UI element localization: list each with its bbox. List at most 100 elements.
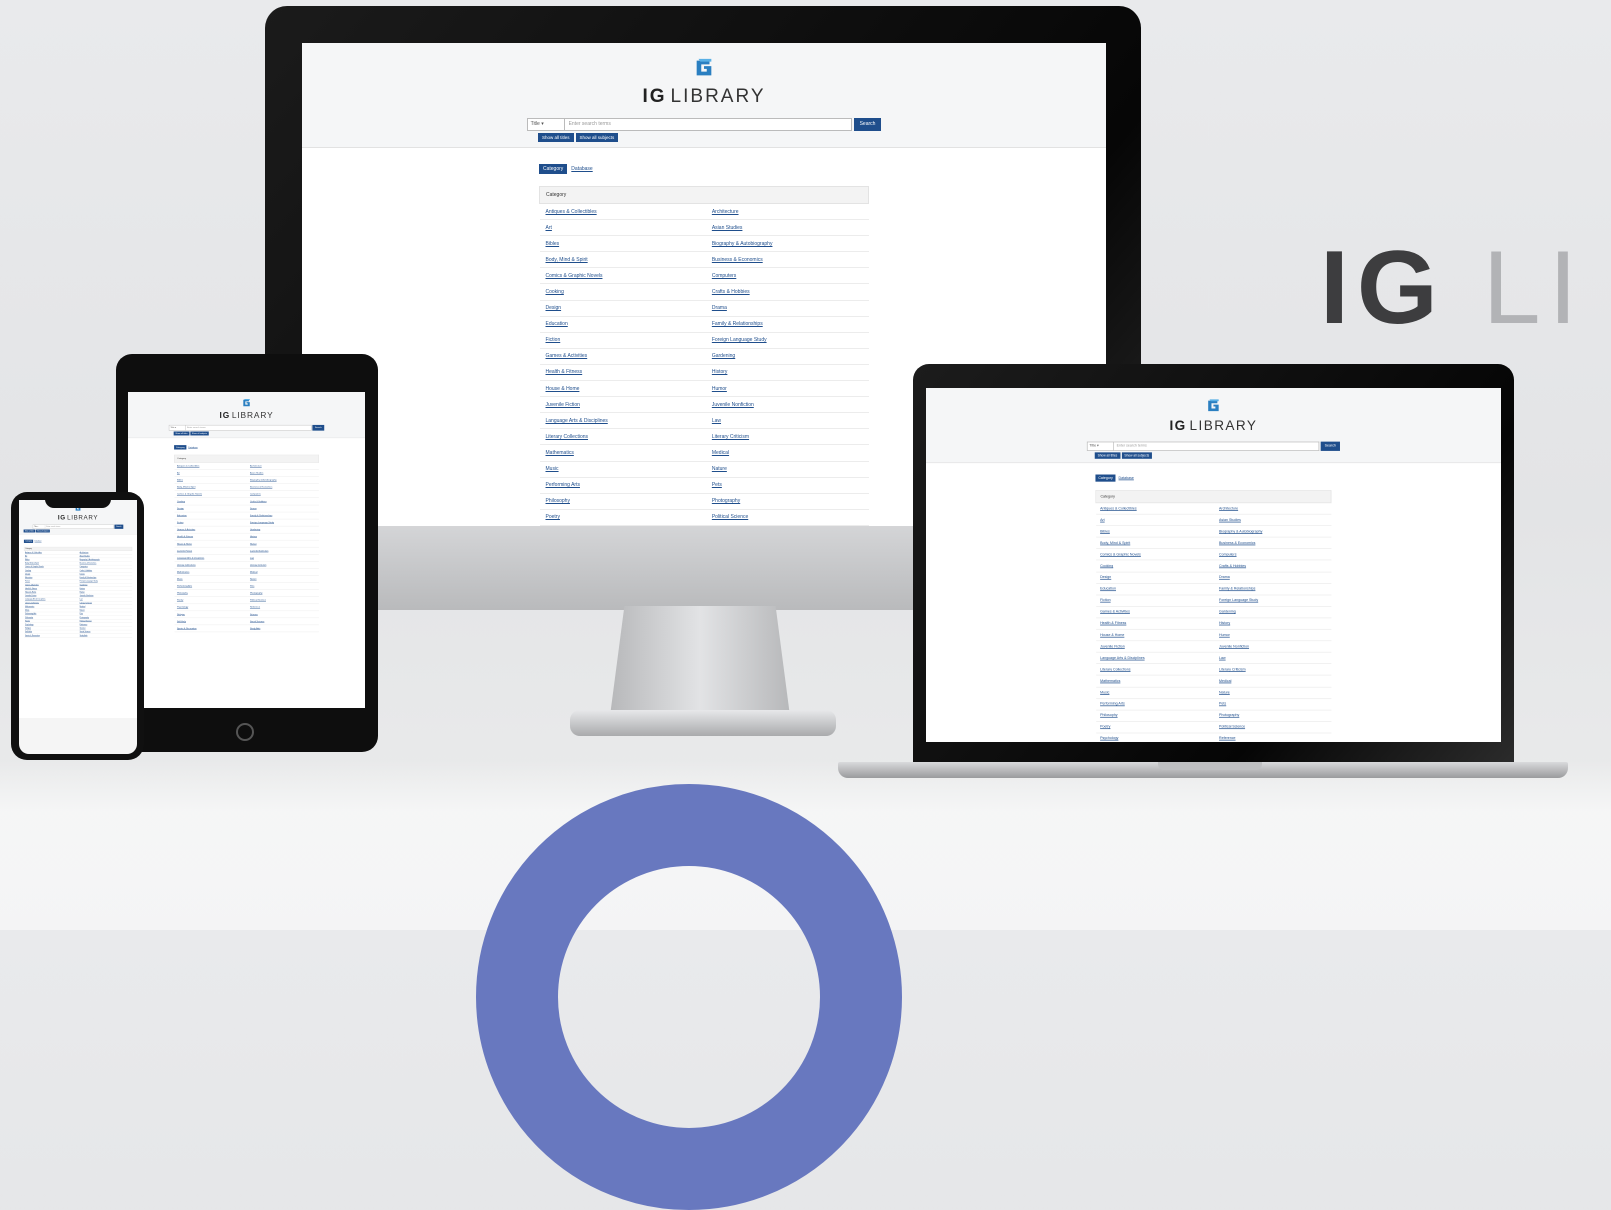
category-link[interactable]: House & Home: [174, 540, 248, 548]
category-link[interactable]: Nature: [705, 461, 869, 478]
category-link[interactable]: Computers: [705, 267, 869, 285]
category-link[interactable]: Design: [1095, 571, 1215, 584]
category-link[interactable]: Reference: [705, 525, 869, 526]
category-link[interactable]: Bibles: [539, 235, 706, 253]
category-link[interactable]: Art: [1095, 514, 1215, 527]
category-link[interactable]: Music: [174, 575, 248, 583]
category-link[interactable]: Asian Studies: [247, 469, 319, 477]
category-link[interactable]: Language Arts & Disciplines: [174, 554, 248, 562]
category-link[interactable]: Humor: [1214, 629, 1332, 642]
search-input[interactable]: Enter search terms: [185, 424, 312, 431]
category-link[interactable]: Health & Fitness: [539, 364, 706, 382]
category-link[interactable]: Architecture: [247, 462, 319, 470]
category-link[interactable]: Law: [247, 554, 319, 562]
category-link[interactable]: Psychology: [1095, 732, 1215, 742]
category-link[interactable]: Games & Activities: [174, 526, 248, 534]
show-all-subjects-button[interactable]: Show all subjects: [1121, 452, 1153, 459]
category-link[interactable]: Design: [174, 504, 248, 513]
search-input[interactable]: Enter search terms: [1113, 441, 1319, 451]
category-link[interactable]: Literary Criticism: [1214, 663, 1332, 676]
tab-database[interactable]: Database: [571, 166, 592, 172]
category-link[interactable]: Gardening: [247, 526, 319, 534]
category-link[interactable]: Political Science: [705, 509, 869, 526]
category-link[interactable]: Language Arts & Disciplines: [539, 412, 706, 430]
category-link[interactable]: Philosophy: [539, 493, 706, 510]
category-link[interactable]: Games & Activities: [1095, 606, 1215, 619]
category-link[interactable]: Cooking: [539, 283, 706, 301]
category-link[interactable]: Foreign Language Study: [247, 518, 319, 527]
site-logo[interactable]: IGLIBRARY: [926, 388, 1501, 434]
category-link[interactable]: Family & Relationships: [1214, 583, 1332, 596]
category-link[interactable]: Performing Arts: [1095, 698, 1215, 711]
category-link[interactable]: Science: [247, 610, 319, 619]
category-link[interactable]: Antiques & Collectibles: [174, 462, 248, 470]
category-link[interactable]: Education: [539, 316, 706, 333]
category-link[interactable]: Art: [174, 469, 248, 477]
tab-category[interactable]: Category: [539, 164, 568, 174]
category-link[interactable]: Humor: [247, 540, 319, 548]
category-link[interactable]: Mathematics: [174, 568, 248, 576]
category-link[interactable]: Medical: [705, 444, 869, 462]
category-link[interactable]: Business & Economics: [1214, 537, 1332, 550]
category-link[interactable]: Business & Economics: [705, 251, 869, 269]
category-link[interactable]: Antiques & Collectibles: [539, 203, 706, 221]
search-field-select[interactable]: Title ▾: [1086, 441, 1114, 451]
category-link[interactable]: Juvenile Fiction: [174, 547, 248, 555]
category-link[interactable]: Foreign Language Study: [1214, 594, 1332, 607]
category-link[interactable]: Family & Relationships: [705, 316, 869, 333]
search-field-select[interactable]: Title ▾: [168, 424, 186, 431]
site-logo[interactable]: IGLIBRARY: [128, 392, 365, 421]
category-link[interactable]: Drama: [1214, 571, 1332, 584]
category-link[interactable]: Language Arts & Disciplines: [1095, 652, 1215, 665]
category-link[interactable]: Social Science: [247, 617, 319, 626]
category-link[interactable]: Political Science: [1214, 721, 1332, 734]
category-link[interactable]: Crafts & Hobbies: [705, 283, 869, 301]
category-link[interactable]: Business & Economics: [247, 483, 319, 491]
category-link[interactable]: Architecture: [1214, 502, 1332, 515]
search-field-select[interactable]: Title ▾: [526, 118, 565, 131]
show-all-subjects-button[interactable]: Show all subjects: [35, 529, 50, 533]
category-link[interactable]: Education: [1095, 583, 1215, 596]
category-link[interactable]: Antiques & Collectibles: [1095, 502, 1215, 515]
category-link[interactable]: Reference: [247, 603, 319, 612]
search-button[interactable]: Search: [1320, 441, 1341, 451]
category-link[interactable]: Reference: [1214, 732, 1332, 742]
category-link[interactable]: Body, Mind & Spirit: [539, 251, 706, 269]
category-link[interactable]: Fiction: [174, 518, 248, 527]
tab-database[interactable]: Database: [188, 446, 197, 449]
category-link[interactable]: Study Aids: [78, 633, 132, 638]
category-link[interactable]: Cooking: [1095, 560, 1215, 573]
category-link[interactable]: History: [1214, 617, 1332, 630]
category-link[interactable]: History: [247, 533, 319, 541]
site-logo[interactable]: IGLIBRARY: [302, 43, 1106, 108]
category-link[interactable]: Self-Help: [174, 617, 248, 626]
category-link[interactable]: Biography & Autobiography: [247, 476, 319, 484]
category-link[interactable]: Drama: [705, 300, 869, 317]
category-link[interactable]: Mathematics: [1095, 675, 1215, 688]
category-link[interactable]: Mathematics: [539, 444, 706, 462]
category-link[interactable]: Philosophy: [174, 589, 248, 597]
category-link[interactable]: Biography & Autobiography: [705, 235, 869, 253]
category-link[interactable]: Pets: [247, 582, 319, 590]
category-link[interactable]: Comics & Graphic Novels: [1095, 548, 1215, 561]
category-link[interactable]: Computers: [1214, 548, 1332, 561]
category-link[interactable]: House & Home: [539, 380, 706, 398]
category-link[interactable]: Political Science: [247, 596, 319, 604]
category-link[interactable]: Body, Mind & Spirit: [174, 483, 248, 491]
category-link[interactable]: Health & Fitness: [174, 533, 248, 541]
category-link[interactable]: Photography: [1214, 709, 1332, 722]
category-link[interactable]: Juvenile Nonfiction: [247, 547, 319, 555]
category-link[interactable]: Literary Collections: [539, 428, 706, 446]
show-all-titles-button[interactable]: Show all titles: [1094, 452, 1121, 459]
category-link[interactable]: Poetry: [1095, 721, 1215, 734]
category-link[interactable]: Poetry: [174, 596, 248, 604]
category-link[interactable]: Psychology: [539, 525, 706, 526]
home-button[interactable]: [236, 723, 254, 741]
category-link[interactable]: Philosophy: [1095, 709, 1215, 722]
category-link[interactable]: Medical: [247, 568, 319, 576]
category-link[interactable]: Body, Mind & Spirit: [1095, 537, 1215, 550]
category-link[interactable]: Pets: [705, 477, 869, 494]
category-link[interactable]: Comics & Graphic Novels: [174, 490, 248, 499]
category-link[interactable]: Health & Fitness: [1095, 617, 1215, 630]
category-link[interactable]: Fiction: [539, 332, 706, 349]
